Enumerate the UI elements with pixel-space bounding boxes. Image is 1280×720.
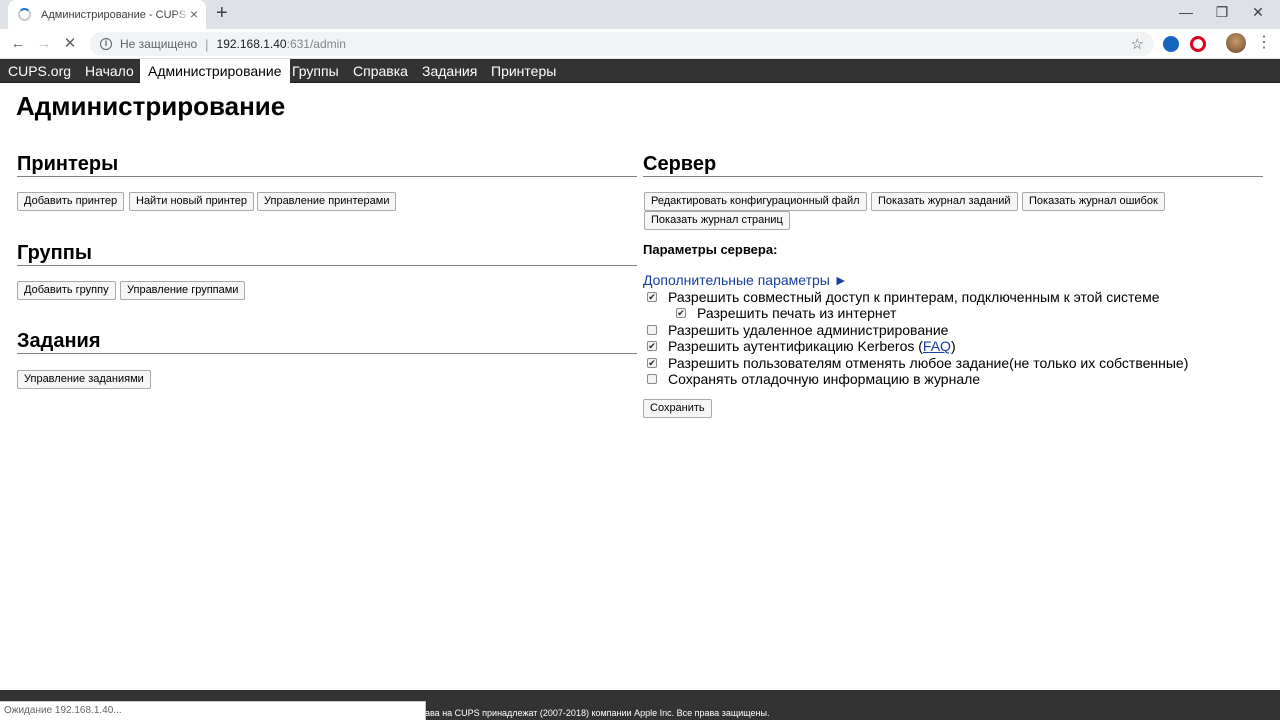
option-share-printers: ✔ Разрешить совместный доступ к принтера…	[647, 289, 1160, 305]
menu-icon[interactable]: ⋮	[1256, 33, 1272, 53]
option-label: Разрешить пользователям отменять любое з…	[668, 355, 1189, 371]
option-label: Разрешить удаленное администрирование	[668, 322, 949, 338]
tab-title: Администрирование - CUPS 2.2	[41, 8, 191, 21]
avatar[interactable]	[1226, 33, 1246, 53]
view-access-log-button[interactable]: Показать журнал заданий	[871, 192, 1018, 211]
share-printers-checkbox[interactable]: ✔	[647, 292, 657, 302]
maximize-icon[interactable]: ❐	[1212, 4, 1232, 21]
nav-administration[interactable]: Администрирование	[140, 59, 290, 83]
jobs-divider	[17, 353, 637, 354]
info-icon[interactable]: i	[100, 38, 112, 50]
manage-printers-button[interactable]: Управление принтерами	[257, 192, 397, 211]
option-label: Разрешить печать из интернет	[697, 305, 897, 321]
view-page-log-button[interactable]: Показать журнал страниц	[644, 211, 790, 230]
nav-home[interactable]: Начало	[77, 59, 142, 83]
debug-logging-checkbox[interactable]	[647, 374, 657, 384]
new-tab-button[interactable]: +	[216, 3, 228, 23]
groups-heading: Группы	[17, 242, 92, 264]
extension-icon[interactable]	[1163, 36, 1179, 52]
browser-tabstrip: Администрирование - CUPS 2.2 × + — ❐ ✕	[0, 0, 1280, 29]
star-icon[interactable]: ☆	[1131, 35, 1144, 53]
nav-printers[interactable]: Принтеры	[483, 59, 564, 83]
view-error-log-button[interactable]: Показать журнал ошибок	[1022, 192, 1165, 211]
option-label: Сохранять отладочную информацию в журнал…	[668, 371, 981, 387]
browser-tab[interactable]: Администрирование - CUPS 2.2 ×	[8, 0, 206, 29]
option-label: Разрешить аутентификацию Kerberos (	[668, 338, 923, 354]
add-group-button[interactable]: Добавить группу	[17, 281, 116, 300]
option-label-suffix: )	[950, 338, 956, 354]
footer-copyright: ава на CUPS принадлежат (2007-2018) комп…	[425, 708, 770, 718]
page-title: Администрирование	[16, 91, 286, 121]
forward-arrow-icon[interactable]: →	[34, 35, 54, 53]
url-host[interactable]: 192.168.1.40	[217, 37, 287, 51]
url-separator: |	[205, 36, 209, 52]
remote-admin-checkbox[interactable]	[647, 325, 657, 335]
browser-status-bar: Ожидание 192.168.1.40...	[0, 701, 426, 720]
faq-link[interactable]: FAQ	[923, 338, 951, 354]
url-path[interactable]: :631/admin	[287, 37, 346, 51]
option-cancel-any-job: ✔ Разрешить пользователям отменять любое…	[647, 355, 1188, 371]
option-label: Разрешить совместный доступ к принтерам,…	[668, 289, 1160, 305]
add-printer-button[interactable]: Добавить принтер	[17, 192, 125, 211]
save-button[interactable]: Сохранить	[643, 399, 712, 418]
close-tab-icon[interactable]: ×	[190, 7, 198, 21]
minimize-icon[interactable]: —	[1176, 4, 1196, 20]
server-divider	[643, 176, 1263, 177]
security-label[interactable]: Не защищено	[120, 37, 197, 51]
opera-icon[interactable]	[1190, 36, 1206, 52]
printers-divider	[17, 176, 637, 177]
browser-toolbar: ← → ✕ i Не защищено | 192.168.1.40 :631/…	[0, 29, 1280, 59]
option-kerberos: ✔ Разрешить аутентификацию Kerberos (FAQ…	[647, 338, 956, 354]
reload-stop-icon[interactable]: ✕	[60, 35, 80, 53]
loading-spinner-icon	[18, 8, 31, 21]
cups-navbar: CUPS.org Начало Администрирование Группы…	[0, 59, 1280, 83]
back-arrow-icon[interactable]: ←	[8, 35, 28, 53]
server-heading: Сервер	[643, 153, 717, 175]
kerberos-checkbox[interactable]: ✔	[647, 341, 657, 351]
groups-divider	[17, 265, 637, 266]
server-params-heading: Параметры сервера:	[643, 242, 778, 257]
find-new-printer-button[interactable]: Найти новый принтер	[129, 192, 255, 211]
manage-groups-button[interactable]: Управление группами	[120, 281, 246, 300]
printers-heading: Принтеры	[17, 153, 119, 175]
option-remote-admin: Разрешить удаленное администрирование	[647, 322, 948, 338]
nav-cups-org[interactable]: CUPS.org	[0, 59, 79, 83]
nav-jobs[interactable]: Задания	[414, 59, 485, 83]
cancel-any-job-checkbox[interactable]: ✔	[647, 358, 657, 368]
advanced-settings-link[interactable]: Дополнительные параметры ►	[643, 272, 848, 288]
jobs-heading: Задания	[17, 330, 101, 352]
option-allow-internet-printing: ✔ Разрешить печать из интернет	[676, 305, 896, 321]
nav-groups[interactable]: Группы	[284, 59, 347, 83]
manage-jobs-button[interactable]: Управление заданиями	[17, 370, 151, 389]
edit-config-button[interactable]: Редактировать конфигурационный файл	[644, 192, 867, 211]
option-debug-logging: Сохранять отладочную информацию в журнал…	[647, 371, 980, 387]
window-close-icon[interactable]: ✕	[1248, 4, 1268, 21]
nav-help[interactable]: Справка	[345, 59, 416, 83]
address-bar[interactable]: i Не защищено | 192.168.1.40 :631/admin …	[90, 32, 1154, 56]
internet-printing-checkbox[interactable]: ✔	[676, 308, 686, 318]
